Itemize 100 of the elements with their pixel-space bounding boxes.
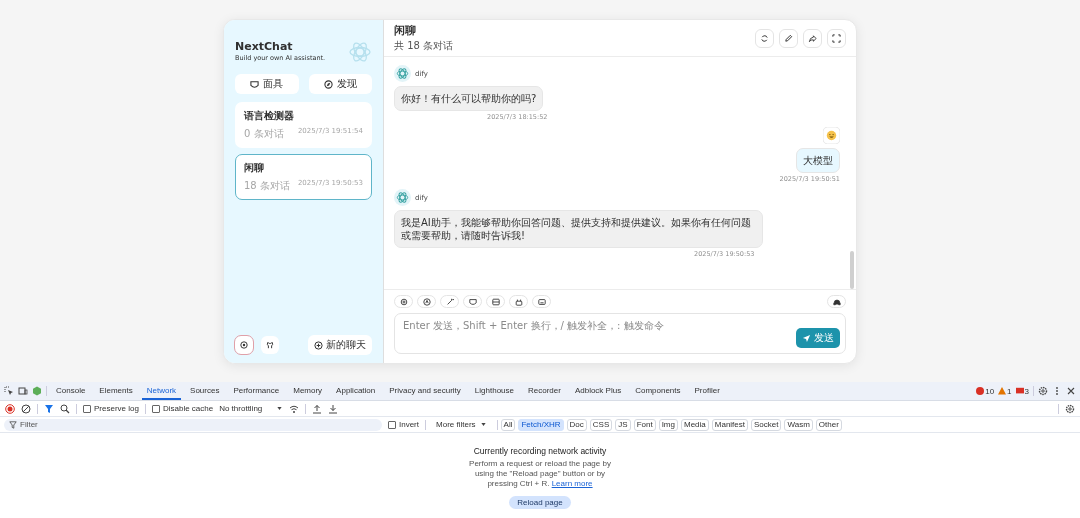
wand-tool-button[interactable] <box>440 295 459 308</box>
close-icon[interactable] <box>1066 386 1076 396</box>
mask-button[interactable]: 面具 <box>235 74 299 94</box>
circle-icon <box>422 297 431 306</box>
type-filter-chip[interactable]: Other <box>815 418 842 431</box>
mask-tool-button[interactable] <box>463 295 482 308</box>
share-button[interactable] <box>803 28 822 48</box>
download-icon[interactable] <box>328 403 339 414</box>
circle-tool-button[interactable] <box>417 295 436 308</box>
type-filter-chip[interactable]: Fetch/XHR <box>518 418 564 431</box>
session-title: 语言检测器 <box>244 109 295 123</box>
throttling-dropdown[interactable]: No throttling <box>219 404 284 413</box>
devtools-tab[interactable]: Memory <box>288 382 328 400</box>
pencil-icon <box>784 33 793 43</box>
keyboard-tool-button[interactable] <box>532 295 551 308</box>
mask-icon <box>468 297 477 306</box>
clear-icon[interactable] <box>21 403 31 414</box>
empty-state-text: Perform a request or reload the page by using the "Reload page" button or by pressing Ctrl + R. Learn more <box>468 459 612 489</box>
mask-icon <box>250 79 260 89</box>
devtools-tab[interactable]: Network <box>141 382 182 400</box>
type-filter-chip[interactable]: Img <box>658 418 678 431</box>
panel-tool-button[interactable] <box>486 295 505 308</box>
filter-icon[interactable] <box>44 403 54 414</box>
devtools-tab[interactable]: Privacy and security <box>384 382 466 400</box>
message-count: 18 条对话 <box>244 179 290 193</box>
type-filter-chip[interactable]: Doc <box>566 418 587 431</box>
type-filter-chip[interactable]: Wasm <box>784 418 813 431</box>
settings-icon <box>240 341 248 349</box>
devtools-tab[interactable]: Sources <box>185 382 225 400</box>
logo-icon <box>348 40 372 64</box>
type-filter-chip[interactable]: Socket <box>751 418 782 431</box>
error-icon <box>976 387 985 395</box>
info-count[interactable]: 3 <box>1015 386 1029 396</box>
filter-field[interactable]: Filter <box>4 418 382 431</box>
error-count[interactable]: 10 <box>976 386 995 396</box>
device-icon[interactable] <box>18 386 28 396</box>
preserve-log-checkbox[interactable]: Preserve log <box>83 404 139 413</box>
headset-tool-button[interactable] <box>827 295 846 308</box>
settings-icon[interactable] <box>1065 403 1075 414</box>
bot-avatar-icon <box>394 65 411 82</box>
devtools-tab[interactable]: Application <box>331 382 381 400</box>
robot-tool-button[interactable] <box>509 295 528 308</box>
devtools-tab[interactable]: Components <box>630 382 686 400</box>
message-count: 0 条对话 <box>244 127 284 141</box>
send-icon <box>802 333 811 343</box>
more-filters-dropdown[interactable]: More filters <box>432 420 491 429</box>
type-filter-chip[interactable]: Font <box>633 418 656 431</box>
wand-icon <box>445 297 454 306</box>
message-input[interactable]: Enter 发送，Shift + Enter 换行，/ 触发补全，: 触发命令 发送 <box>394 313 846 354</box>
settings-icon[interactable] <box>1038 386 1048 396</box>
reload-page-button[interactable]: Reload page <box>509 496 571 509</box>
devtools-tab[interactable]: Adblock Plus <box>569 382 627 400</box>
send-button[interactable]: 发送 <box>796 328 840 348</box>
devtools-tab[interactable]: Lighthouse <box>469 382 519 400</box>
invert-checkbox[interactable]: Invert <box>388 420 419 429</box>
message-bubble: 大模型 <box>796 148 840 173</box>
devtools-tab[interactable]: Console <box>51 382 91 400</box>
new-chat-button[interactable]: 新的聊天 <box>308 335 372 355</box>
type-filter-chip[interactable]: Media <box>681 418 709 431</box>
info-icon <box>1015 387 1024 395</box>
caret-icon <box>479 421 487 428</box>
fullscreen-icon <box>832 33 841 43</box>
empty-state-title: Currently recording network activity <box>473 446 607 456</box>
learn-more-link[interactable]: Learn more <box>551 479 593 488</box>
smiley-avatar-icon <box>823 127 840 144</box>
settings-button[interactable] <box>235 336 253 354</box>
session-title: 闲聊 <box>244 161 265 175</box>
app-title: NextChat <box>235 40 294 53</box>
discover-button[interactable]: 发现 <box>308 74 372 94</box>
devtools-tab[interactable]: Elements <box>94 382 138 400</box>
type-filter-chip[interactable]: Manifest <box>711 418 748 431</box>
upload-icon[interactable] <box>312 403 323 414</box>
type-filter-chip[interactable]: JS <box>615 418 631 431</box>
search-icon[interactable] <box>60 403 70 414</box>
edit-button[interactable] <box>779 28 798 48</box>
warning-icon <box>998 387 1007 395</box>
gear-tool-button[interactable] <box>394 295 413 308</box>
chat-title: 闲聊 <box>394 23 417 38</box>
message-bubble: 你好！有什么可以帮助你的吗? <box>394 86 544 111</box>
warning-count[interactable]: 1 <box>998 386 1012 396</box>
compass-icon <box>323 79 333 89</box>
panel-icon <box>491 297 500 306</box>
caret-icon <box>276 405 284 412</box>
scrollbar-thumb[interactable] <box>850 251 854 289</box>
refresh-button[interactable] <box>755 28 774 48</box>
devtools-tab[interactable]: Performance <box>228 382 285 400</box>
devtools-tab[interactable]: Profiler <box>689 382 725 400</box>
fullscreen-button[interactable] <box>827 28 846 48</box>
type-filter-chip[interactable]: All <box>500 418 516 431</box>
devtools-tab[interactable]: Recorder <box>523 382 566 400</box>
github-button[interactable] <box>261 336 279 354</box>
gear-icon <box>399 297 408 306</box>
record-icon[interactable] <box>5 403 15 414</box>
chat-subtitle: 共 18 条对话 <box>394 39 454 53</box>
wifi-icon[interactable] <box>289 403 300 414</box>
inspect-icon[interactable] <box>4 386 14 396</box>
type-filter-chip[interactable]: CSS <box>589 418 613 431</box>
share-icon <box>808 33 817 43</box>
plus-circle-icon <box>314 340 323 350</box>
disable-cache-checkbox[interactable]: Disable cache <box>151 404 214 413</box>
